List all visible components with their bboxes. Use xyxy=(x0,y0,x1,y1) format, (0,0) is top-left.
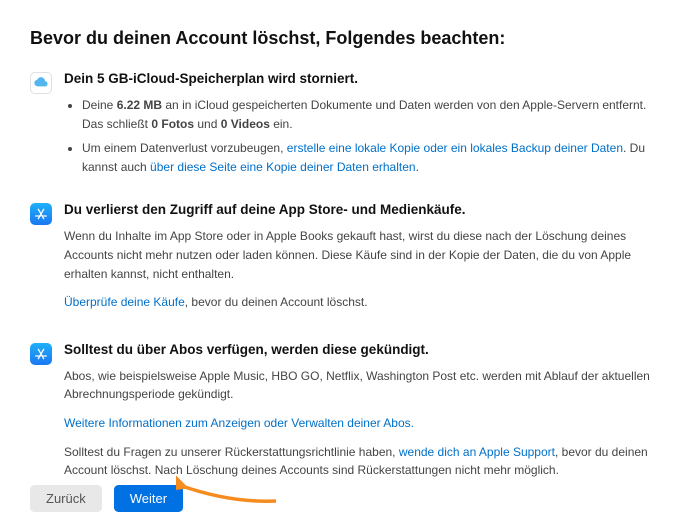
icloud-icon xyxy=(30,72,52,94)
link-data-copy-page[interactable]: über diese Seite eine Kopie deiner Daten… xyxy=(150,160,416,174)
subs-info-link-row: Weitere Informationen zum Anzeigen oder … xyxy=(64,414,670,433)
icloud-list: Deine 6.22 MB an in iCloud gespeicherten… xyxy=(64,96,670,176)
icloud-bullet-storage: Deine 6.22 MB an in iCloud gespeicherten… xyxy=(82,96,670,133)
appstore-check-purchases: Überprüfe deine Käufe, bevor du deinen A… xyxy=(64,293,670,312)
icloud-bullet-backup: Um einem Datenverlust vorzubeugen, erste… xyxy=(82,139,670,176)
back-button[interactable]: Zurück xyxy=(30,485,102,512)
appstore-desc: Wenn du Inhalte im App Store oder in App… xyxy=(64,227,670,283)
section-icloud: Dein 5 GB-iCloud-Speicherplan wird storn… xyxy=(30,71,670,182)
link-local-backup[interactable]: erstelle eine lokale Kopie oder ein loka… xyxy=(287,141,623,155)
appstore-icon xyxy=(30,203,52,225)
page-title: Bevor du deinen Account löschst, Folgend… xyxy=(30,28,670,49)
section-subscriptions: Solltest du über Abos verfügen, werden d… xyxy=(30,342,670,490)
subs-refund-note: Solltest du Fragen zu unserer Rückerstat… xyxy=(64,443,670,480)
subs-heading: Solltest du über Abos verfügen, werden d… xyxy=(64,342,670,357)
subscriptions-icon xyxy=(30,343,52,365)
link-manage-subscriptions[interactable]: Weitere Informationen zum Anzeigen oder … xyxy=(64,416,414,430)
link-apple-support[interactable]: wende dich an Apple Support xyxy=(399,445,555,459)
link-check-purchases[interactable]: Überprüfe deine Käufe xyxy=(64,295,185,309)
next-button[interactable]: Weiter xyxy=(114,485,183,512)
subs-desc: Abos, wie beispielsweise Apple Music, HB… xyxy=(64,367,670,404)
section-appstore: Du verlierst den Zugriff auf deine App S… xyxy=(30,202,670,321)
footer-buttons: Zurück Weiter xyxy=(30,485,183,512)
appstore-heading: Du verlierst den Zugriff auf deine App S… xyxy=(64,202,670,217)
icloud-heading: Dein 5 GB-iCloud-Speicherplan wird storn… xyxy=(64,71,670,86)
